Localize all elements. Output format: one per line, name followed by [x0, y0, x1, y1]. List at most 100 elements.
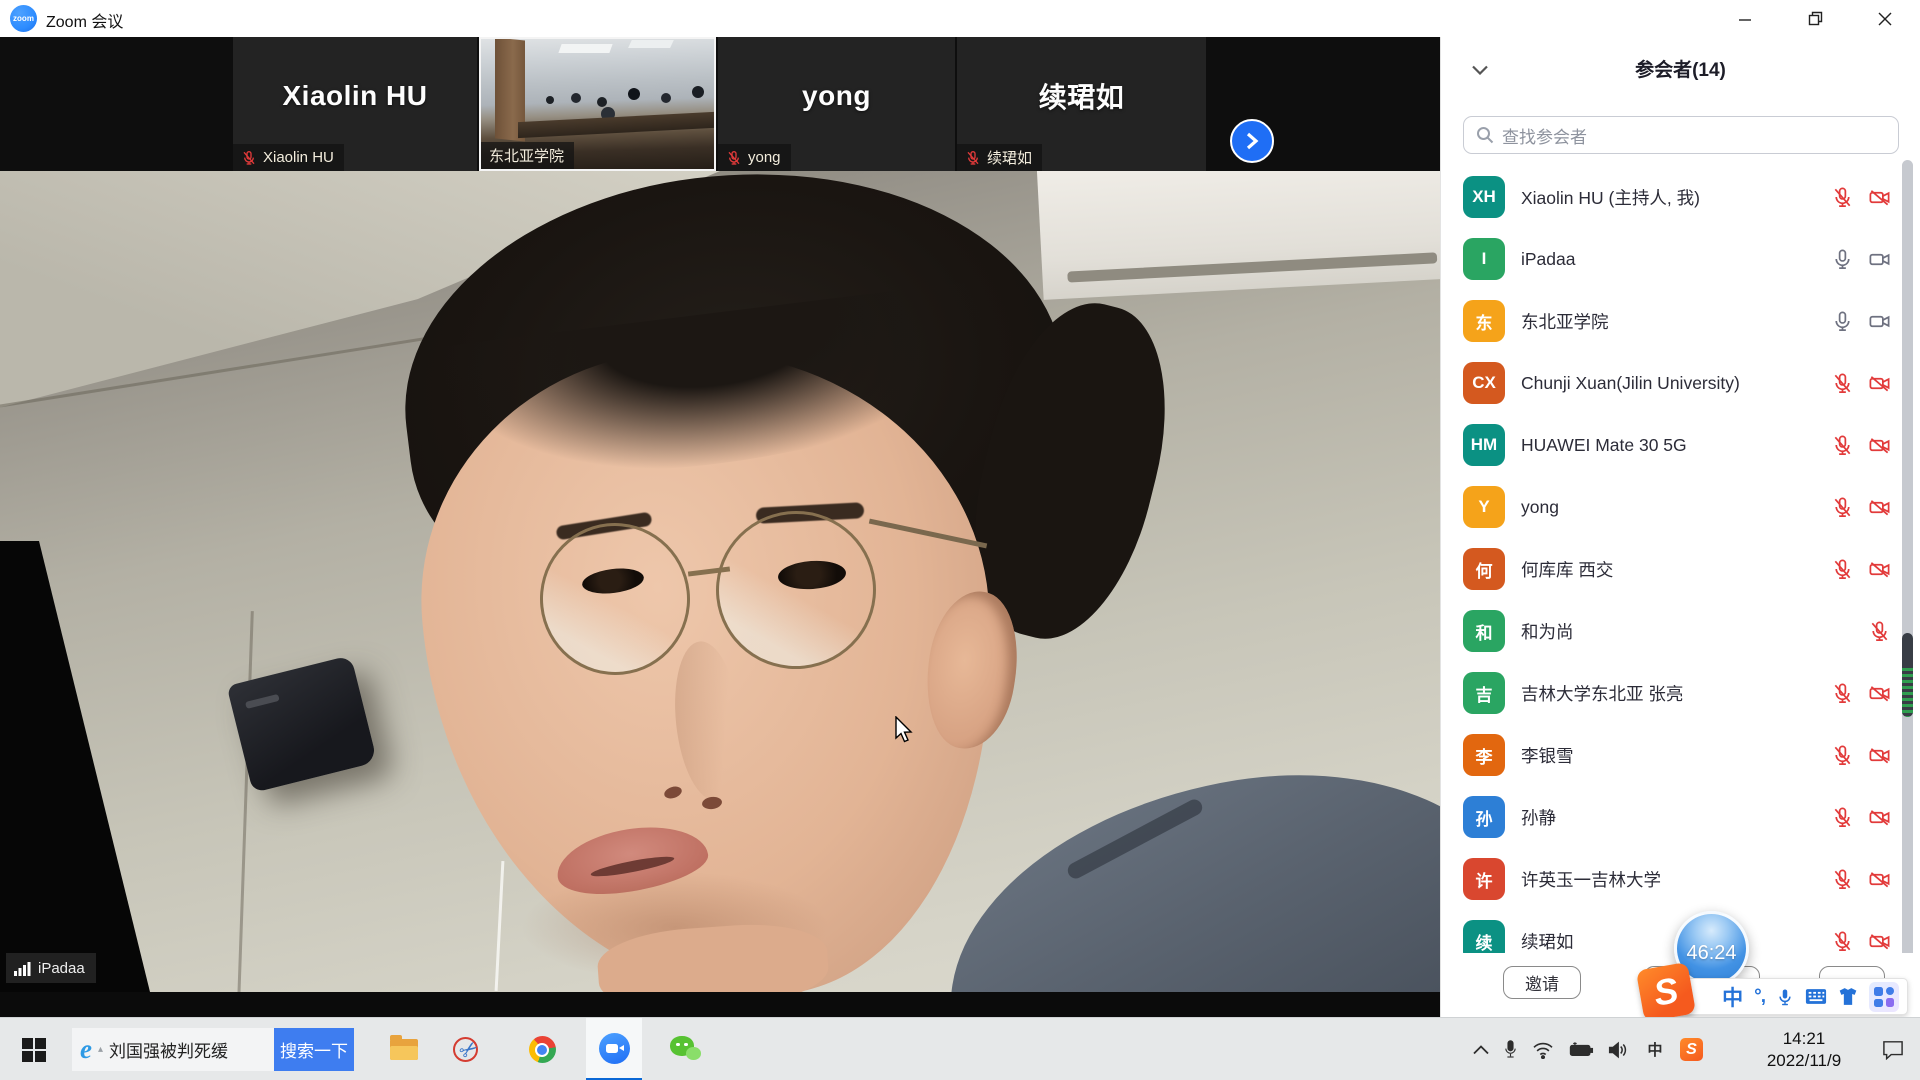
meeting-area: Xiaolin HUXiaolin HU 东北亚学院yongyong续珺如续珺如	[0, 37, 1440, 1017]
taskbar-search-field[interactable]: e ▴ 刘国强被判死缓	[72, 1028, 274, 1071]
participant-row[interactable]: 东东北亚学院	[1441, 290, 1903, 352]
snipping-tool-icon[interactable]: ✂	[444, 1018, 492, 1080]
cam-on-icon[interactable]	[1868, 248, 1891, 271]
participant-row[interactable]: Yyong	[1441, 476, 1903, 538]
mic-on-icon[interactable]	[1831, 310, 1854, 333]
cam-muted-icon[interactable]	[1868, 558, 1891, 581]
file-explorer-icon[interactable]	[380, 1018, 428, 1080]
participant-row[interactable]: HMHUAWEI Mate 30 5G	[1441, 414, 1903, 476]
mic-muted-icon[interactable]	[1831, 682, 1854, 705]
avatar: 吉	[1463, 672, 1505, 714]
title-bar: zoom Zoom 会议	[0, 0, 1920, 37]
video-thumbnail[interactable]: yongyong	[718, 37, 955, 171]
mic-muted-icon[interactable]	[1831, 868, 1854, 891]
mic-muted-icon[interactable]	[1831, 558, 1854, 581]
participant-status-icons	[1868, 600, 1891, 662]
start-button[interactable]	[8, 1018, 60, 1080]
participant-row[interactable]: 李李银雪	[1441, 724, 1903, 786]
cam-muted-icon[interactable]	[1868, 868, 1891, 891]
mic-muted-icon[interactable]	[1831, 186, 1854, 209]
soft-keyboard-icon[interactable]	[1805, 988, 1827, 1005]
participant-list: XHXiaolin HU (主持人, 我)IiPadaa东东北亚学院CXChun…	[1441, 166, 1903, 972]
participant-row[interactable]: 和和为尚	[1441, 600, 1903, 662]
tray-chevron-up-icon[interactable]	[1473, 1045, 1489, 1055]
mic-muted-icon[interactable]	[1831, 930, 1854, 953]
punctuation-icon[interactable]: °,	[1754, 986, 1765, 1008]
tray-microphone-icon[interactable]	[1503, 1039, 1518, 1060]
clock-time: 14:21	[1783, 1028, 1826, 1049]
participant-status-icons	[1831, 166, 1891, 228]
thumbnail-label: yong	[718, 144, 791, 171]
next-page-button[interactable]	[1230, 119, 1274, 163]
voice-input-icon[interactable]	[1776, 987, 1794, 1007]
scrollbar-track[interactable]	[1902, 160, 1913, 1005]
cam-muted-icon[interactable]	[1868, 372, 1891, 395]
caret-icon: ▴	[98, 1044, 103, 1055]
participant-row[interactable]: XHXiaolin HU (主持人, 我)	[1441, 166, 1903, 228]
avatar: 孙	[1463, 796, 1505, 838]
skin-icon[interactable]	[1838, 987, 1858, 1006]
zoom-logo-icon: zoom	[10, 5, 37, 32]
search-icon	[1476, 126, 1494, 144]
invite-button[interactable]: 邀请	[1503, 966, 1581, 999]
close-button[interactable]	[1856, 0, 1914, 37]
participant-status-icons	[1831, 228, 1891, 290]
cam-on-icon[interactable]	[1868, 310, 1891, 333]
participant-name: 孙静	[1521, 786, 1556, 848]
mic-muted-icon[interactable]	[1831, 434, 1854, 457]
ime-mode-chinese[interactable]: 中	[1722, 982, 1743, 1012]
video-thumbnail[interactable]: 东北亚学院	[479, 37, 716, 171]
cam-muted-icon[interactable]	[1868, 434, 1891, 457]
cam-muted-icon[interactable]	[1868, 806, 1891, 829]
participant-row[interactable]: CXChunji Xuan(Jilin University)	[1441, 352, 1903, 414]
sogou-logo[interactable]: S	[1636, 962, 1696, 1022]
tray-sogou-icon[interactable]: S	[1680, 1038, 1703, 1061]
toolbox-icon[interactable]	[1869, 982, 1899, 1012]
cam-muted-icon[interactable]	[1868, 930, 1891, 953]
ime-language-indicator[interactable]: 中	[1644, 1039, 1666, 1061]
timer-value: 46:24	[1686, 942, 1736, 965]
active-speaker-label: iPadaa	[6, 953, 96, 983]
participant-name: 东北亚学院	[1521, 290, 1609, 352]
taskbar-search-text: 刘国强被判死缓	[109, 1037, 228, 1062]
cam-muted-icon[interactable]	[1868, 186, 1891, 209]
windows-logo-icon	[22, 1038, 46, 1062]
restore-button[interactable]	[1786, 0, 1844, 37]
search-participant-input[interactable]: 查找参会者	[1463, 116, 1899, 154]
notification-center-icon[interactable]	[1871, 1018, 1915, 1080]
mic-muted-icon[interactable]	[1831, 744, 1854, 767]
participant-status-icons	[1831, 414, 1891, 476]
participant-name: 何库库 西交	[1521, 538, 1613, 600]
tray-speaker-icon[interactable]	[1608, 1041, 1630, 1059]
taskbar-search-button[interactable]: 搜索一下	[274, 1028, 354, 1071]
cam-muted-icon[interactable]	[1868, 744, 1891, 767]
avatar: 东	[1463, 300, 1505, 342]
tray-wifi-icon[interactable]	[1532, 1041, 1554, 1059]
avatar: XH	[1463, 176, 1505, 218]
wechat-icon[interactable]	[662, 1018, 710, 1080]
participant-name: 许英玉一吉林大学	[1521, 848, 1661, 910]
mic-muted-icon[interactable]	[1831, 372, 1854, 395]
zoom-taskbar-icon[interactable]	[586, 1018, 642, 1080]
participant-row[interactable]: 许许英玉一吉林大学	[1441, 848, 1903, 910]
minimize-button[interactable]	[1716, 0, 1774, 37]
avatar: 和	[1463, 610, 1505, 652]
tray-battery-icon[interactable]	[1568, 1042, 1594, 1058]
participant-row[interactable]: 何何库库 西交	[1441, 538, 1903, 600]
participant-row[interactable]: 孙孙静	[1441, 786, 1903, 848]
cam-muted-icon[interactable]	[1868, 496, 1891, 519]
clock-date: 2022/11/9	[1767, 1050, 1841, 1071]
mic-muted-icon[interactable]	[1831, 806, 1854, 829]
video-thumbnail[interactable]: Xiaolin HUXiaolin HU	[233, 37, 477, 171]
mic-muted-icon[interactable]	[1868, 620, 1891, 643]
video-thumbnail[interactable]: 续珺如续珺如	[957, 37, 1206, 171]
mic-muted-icon[interactable]	[1831, 496, 1854, 519]
clock[interactable]: 14:21 2022/11/9	[1744, 1018, 1864, 1080]
cam-muted-icon[interactable]	[1868, 682, 1891, 705]
system-tray: 中 S	[1466, 1018, 1710, 1080]
participant-row[interactable]: 吉吉林大学东北亚 张亮	[1441, 662, 1903, 724]
mic-on-icon[interactable]	[1831, 248, 1854, 271]
participant-row[interactable]: IiPadaa	[1441, 228, 1903, 290]
chrome-icon[interactable]	[518, 1018, 566, 1080]
scrollbar-thumb[interactable]	[1902, 633, 1913, 717]
